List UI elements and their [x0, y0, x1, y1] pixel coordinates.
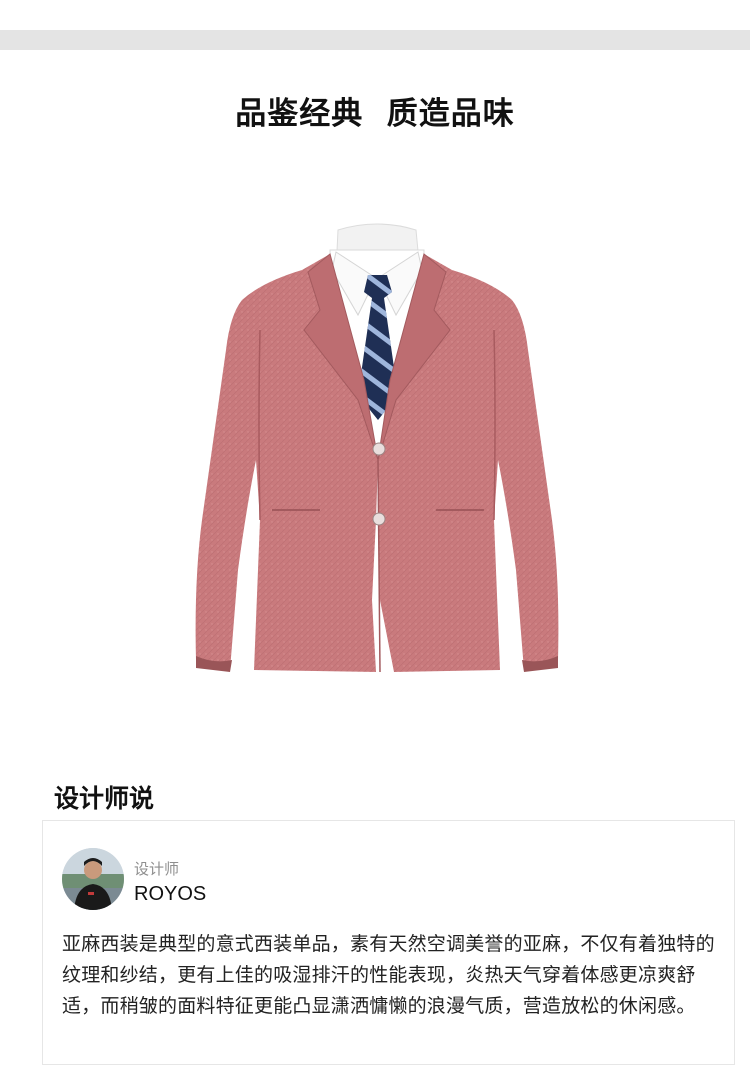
blazer-on-mannequin-image — [180, 220, 575, 690]
designer-section-title: 设计师说 — [54, 784, 155, 813]
designer-card: 设计师 ROYOS 亚麻西装是典型的意式西装单品，素有天然空调美誉的亚麻，不仅有… — [42, 820, 735, 1065]
hero-title: 品鉴经典 质造品味 — [235, 96, 515, 132]
designer-role: 设计师 — [134, 860, 180, 878]
designer-avatar-icon — [62, 848, 124, 910]
designer-quote: 亚麻西装是典型的意式西装单品，素有天然空调美誉的亚麻，不仅有着独特的纹理和纱结，… — [62, 933, 715, 1017]
designer-name: ROYOS — [134, 883, 207, 905]
top-divider-band — [0, 30, 750, 50]
